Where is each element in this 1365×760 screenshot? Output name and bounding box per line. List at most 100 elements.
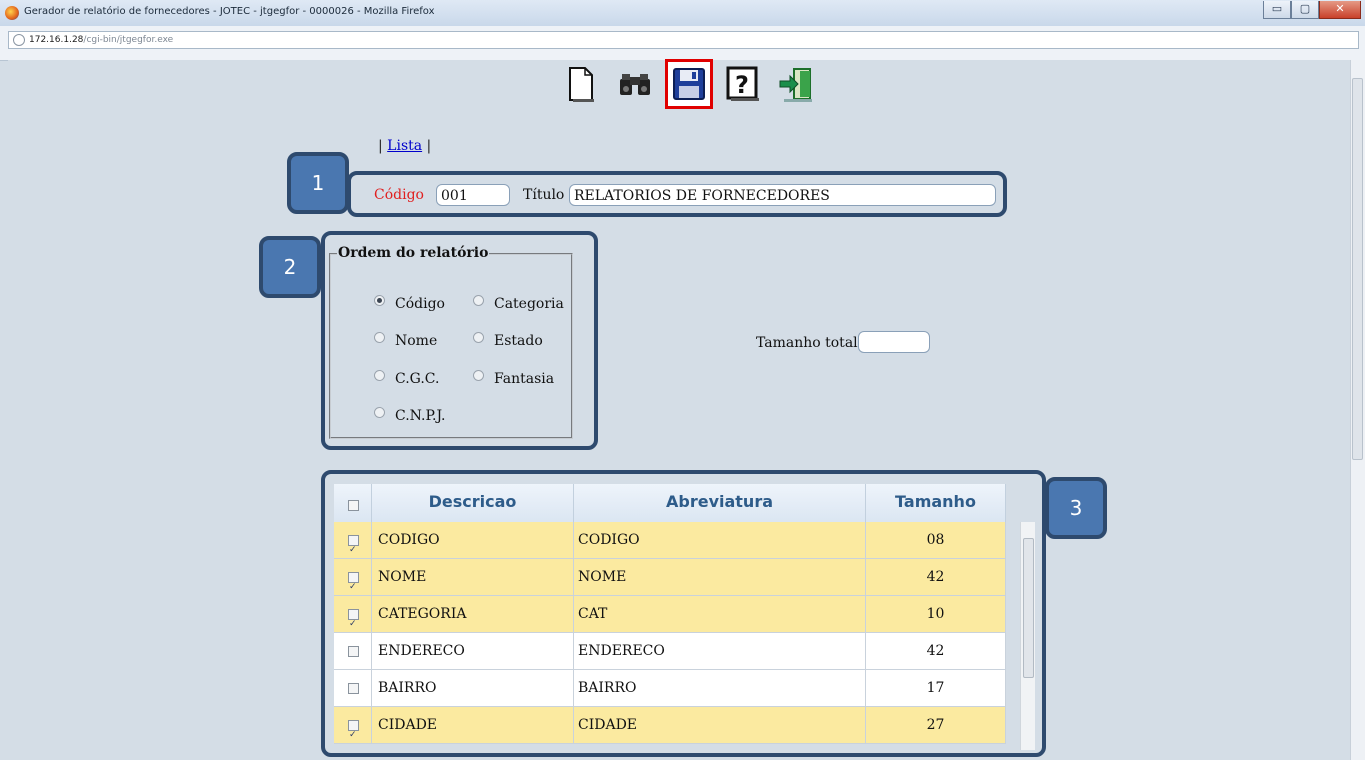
cell-abreviatura: ENDERECO (574, 633, 866, 669)
radio-codigo-dot[interactable] (374, 294, 385, 306)
window-controls: ▭ ▢ ✕ (1263, 1, 1361, 19)
table-row[interactable]: CIDADE CIDADE 27 (334, 707, 1006, 753)
radio-fantasia[interactable]: Fantasia (473, 369, 555, 387)
row-checkbox[interactable] (348, 646, 359, 657)
cell-abreviatura: BAIRRO (574, 670, 866, 706)
header-tamanho[interactable]: Tamanho (866, 484, 1006, 522)
radio-nome-label: Nome (395, 333, 438, 349)
cell-tamanho: 17 (866, 670, 1006, 706)
row-checkbox-cell (334, 522, 372, 568)
svg-text:?: ? (735, 71, 749, 99)
callout-2: 2 (259, 236, 321, 298)
titulo-label: Título (523, 187, 565, 203)
exit-door-icon[interactable] (776, 62, 818, 106)
tamanho-total-input[interactable] (858, 331, 930, 353)
binoculars-search-icon[interactable] (614, 62, 656, 106)
help-question-icon[interactable]: ? (722, 62, 764, 106)
titulo-input[interactable]: RELATORIOS DE FORNECEDORES (569, 184, 996, 206)
page-scrollbar[interactable] (1350, 60, 1365, 760)
row-checkbox[interactable] (348, 606, 359, 642)
row-checkbox[interactable] (348, 532, 359, 568)
radio-categoria-label: Categoria (494, 296, 564, 312)
url-field[interactable]: 172.16.1.28/cgi-bin/jtgegfor.exe (8, 31, 1359, 49)
codigo-label: Código (374, 187, 424, 203)
globe-icon (13, 34, 25, 46)
row-checkbox[interactable] (348, 717, 359, 753)
nav-lista: | Lista | (378, 138, 431, 154)
radio-fantasia-dot[interactable] (473, 369, 484, 381)
cell-tamanho: 27 (866, 707, 1006, 743)
cell-descricao: BAIRRO (372, 670, 574, 706)
window-title: Gerador de relatório de fornecedores - J… (24, 6, 435, 17)
cell-descricao: CODIGO (372, 522, 574, 558)
select-all-checkbox[interactable] (348, 500, 359, 511)
cell-descricao: NOME (372, 559, 574, 595)
table-row[interactable]: CATEGORIA CAT 10 (334, 596, 1006, 642)
ordem-legend: Ordem do relatório (337, 245, 490, 261)
maximize-button[interactable]: ▢ (1291, 1, 1319, 19)
page-scroll-thumb[interactable] (1352, 78, 1363, 460)
firefox-icon (5, 6, 19, 20)
cell-abreviatura: CAT (574, 596, 866, 632)
row-checkbox-cell (334, 596, 372, 642)
minimize-button[interactable]: ▭ (1263, 1, 1291, 19)
callout-1: 1 (287, 152, 349, 214)
save-floppy-icon[interactable] (665, 59, 713, 109)
radio-cnpj-dot[interactable] (374, 406, 385, 418)
table-row[interactable]: CODIGO CODIGO 08 (334, 522, 1006, 568)
address-bar: 172.16.1.28/cgi-bin/jtgegfor.exe (0, 26, 1365, 61)
cell-tamanho: 10 (866, 596, 1006, 632)
lista-link[interactable]: Lista (387, 138, 422, 154)
cell-tamanho: 42 (866, 633, 1006, 669)
toolbar: ? (560, 59, 818, 109)
radio-cgc-label: C.G.C. (395, 371, 440, 387)
nav-separator-right: | (422, 138, 432, 154)
radio-estado-dot[interactable] (473, 331, 484, 343)
table-row[interactable]: BAIRRO BAIRRO 17 (334, 670, 1006, 707)
row-checkbox-cell (334, 559, 372, 605)
url-path: /cgi-bin/jtgegfor.exe (83, 35, 174, 45)
radio-fantasia-label: Fantasia (494, 371, 555, 387)
radio-codigo-label: Código (395, 296, 445, 312)
cell-descricao: CIDADE (372, 707, 574, 743)
header-abreviatura[interactable]: Abreviatura (574, 484, 866, 522)
nav-separator-left: | (378, 138, 388, 154)
url-host: 172.16.1.28 (29, 35, 84, 45)
cell-tamanho: 08 (866, 522, 1006, 558)
table-header: Descricao Abreviatura Tamanho (334, 484, 1006, 523)
header-descricao[interactable]: Descricao (372, 484, 574, 522)
cell-abreviatura: NOME (574, 559, 866, 595)
codigo-input[interactable]: 001 (436, 184, 510, 206)
cell-descricao: ENDERECO (372, 633, 574, 669)
cell-abreviatura: CODIGO (574, 522, 866, 558)
close-button[interactable]: ✕ (1319, 1, 1361, 19)
radio-nome[interactable]: Nome (374, 331, 438, 349)
row-checkbox-cell (334, 670, 372, 706)
radio-nome-dot[interactable] (374, 331, 385, 343)
table-row[interactable]: ENDERECO ENDERECO 42 (334, 633, 1006, 670)
row-checkbox-cell (334, 633, 372, 669)
row-checkbox-cell (334, 707, 372, 753)
new-document-icon[interactable] (560, 62, 602, 106)
radio-cnpj[interactable]: C.N.P.J. (374, 406, 446, 424)
table-row[interactable]: NOME NOME 42 (334, 559, 1006, 605)
tamanho-total-label: Tamanho total (756, 335, 858, 351)
row-checkbox[interactable] (348, 683, 359, 694)
radio-estado[interactable]: Estado (473, 331, 543, 349)
window-titlebar: Gerador de relatório de fornecedores - J… (0, 0, 1365, 27)
header-checkbox-cell (334, 484, 372, 522)
radio-codigo[interactable]: Código (374, 294, 445, 312)
cell-descricao: CATEGORIA (372, 596, 574, 632)
radio-cnpj-label: C.N.P.J. (395, 408, 446, 424)
cell-abreviatura: CIDADE (574, 707, 866, 743)
table-scroll-thumb[interactable] (1023, 538, 1034, 678)
radio-estado-label: Estado (494, 333, 543, 349)
cell-tamanho: 42 (866, 559, 1006, 595)
radio-categoria[interactable]: Categoria (473, 294, 564, 312)
row-checkbox[interactable] (348, 569, 359, 605)
radio-categoria-dot[interactable] (473, 294, 484, 306)
radio-cgc[interactable]: C.G.C. (374, 369, 440, 387)
callout-3: 3 (1045, 477, 1107, 539)
table-scrollbar[interactable] (1020, 522, 1035, 750)
radio-cgc-dot[interactable] (374, 369, 385, 381)
